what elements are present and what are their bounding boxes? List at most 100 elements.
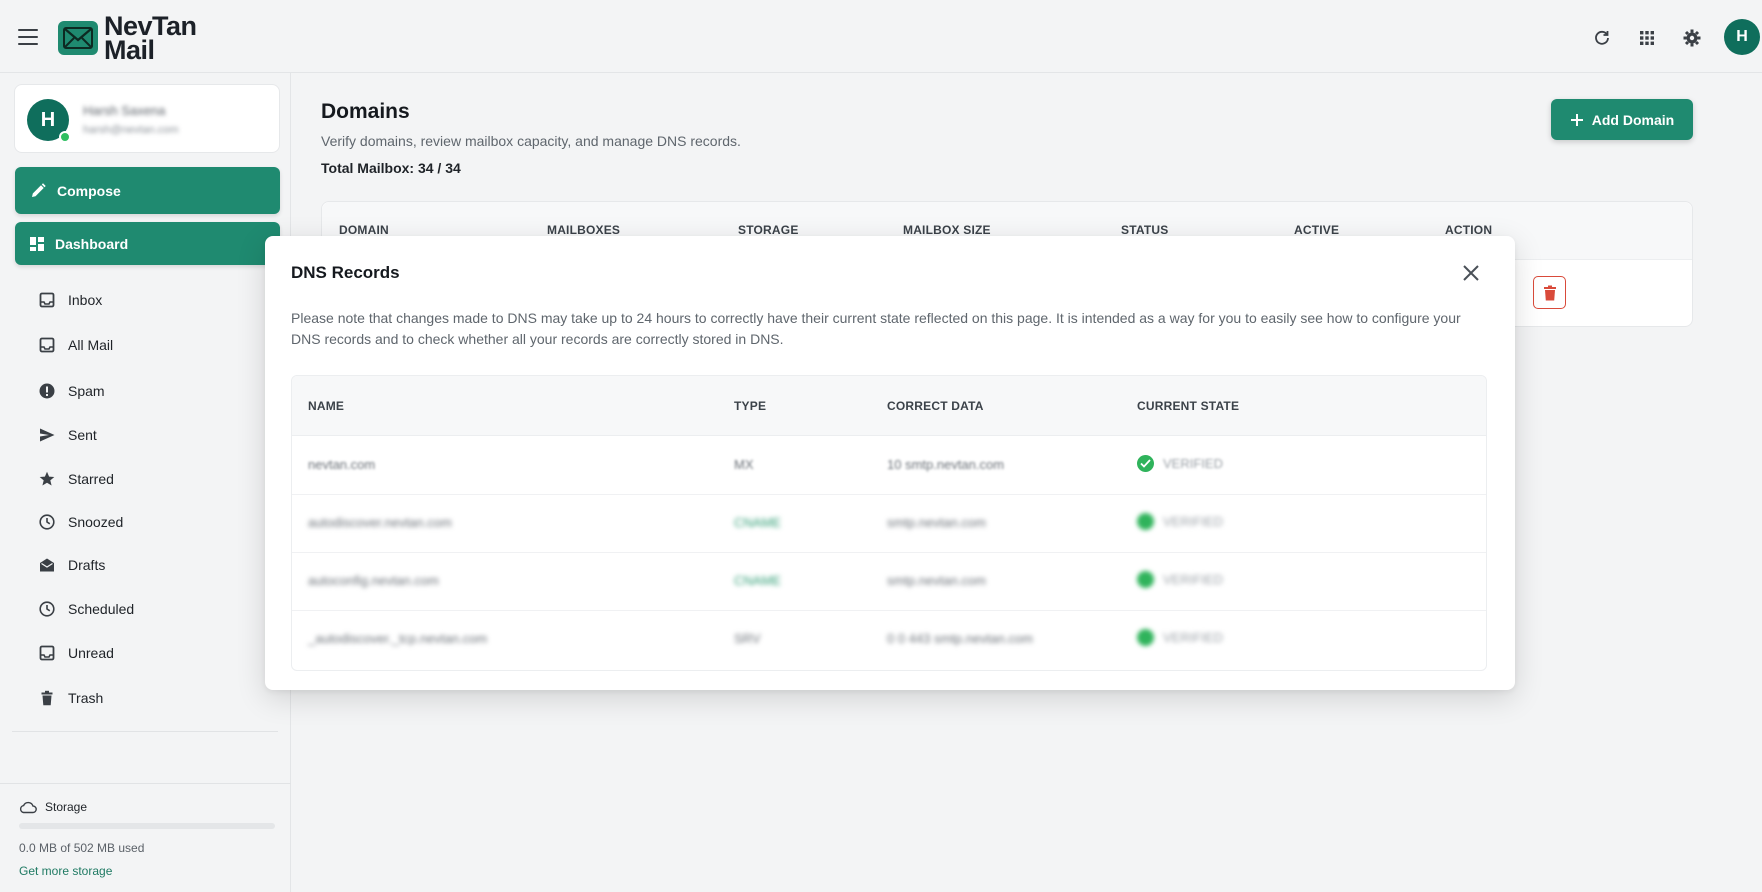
sidebar-item-label: Spam bbox=[68, 383, 105, 399]
dns-state: VERIFIED bbox=[1137, 629, 1223, 646]
dns-state-label: VERIFIED bbox=[1163, 514, 1223, 529]
dns-type: SRV bbox=[734, 631, 761, 646]
column-header: CORRECT DATA bbox=[887, 399, 984, 413]
dashboard-button[interactable]: Dashboard bbox=[15, 222, 280, 265]
hamburger-menu-icon[interactable] bbox=[16, 26, 40, 46]
storage-title: Storage bbox=[19, 800, 87, 814]
dns-state: VERIFIED bbox=[1137, 513, 1223, 530]
dns-state: VERIFIED bbox=[1137, 571, 1223, 588]
dashboard-label: Dashboard bbox=[55, 235, 129, 252]
cloud-icon bbox=[19, 801, 37, 814]
app-logo[interactable]: NevTan Mail bbox=[58, 13, 197, 65]
trash-icon bbox=[38, 689, 56, 707]
column-header: MAILBOX SIZE bbox=[903, 223, 991, 237]
logo-line-2: Mail bbox=[104, 35, 155, 65]
dns-name: autodiscover.nevtan.com bbox=[308, 515, 452, 530]
clock-icon bbox=[38, 513, 56, 531]
refresh-icon[interactable] bbox=[1592, 28, 1612, 48]
column-header: STORAGE bbox=[738, 223, 799, 237]
sidebar-item-label: Inbox bbox=[68, 292, 103, 308]
sidebar-item-spam[interactable]: Spam bbox=[38, 379, 105, 403]
sidebar-item-trash[interactable]: Trash bbox=[38, 686, 103, 710]
sidebar-divider bbox=[12, 731, 278, 732]
profile-email: harsh@nevtan.com bbox=[83, 124, 179, 136]
dns-state: VERIFIED bbox=[1137, 455, 1223, 472]
add-domain-button[interactable]: Add Domain bbox=[1551, 99, 1693, 140]
sidebar-item-label: Trash bbox=[68, 690, 104, 706]
column-header: TYPE bbox=[734, 399, 767, 413]
sidebar-item-label: Unread bbox=[68, 645, 114, 661]
compose-label: Compose bbox=[57, 182, 121, 199]
sidebar-item-drafts[interactable]: Drafts bbox=[38, 553, 105, 577]
dns-data: 10 smtp.nevtan.com bbox=[887, 457, 1005, 472]
logo-text: NevTan Mail bbox=[104, 13, 197, 65]
dns-state-label: VERIFIED bbox=[1163, 630, 1223, 645]
dns-name: _autodiscover._tcp.nevtan.com bbox=[308, 631, 488, 646]
check-circle-icon bbox=[1137, 629, 1154, 646]
unread-icon bbox=[38, 644, 56, 662]
dns-state-label: VERIFIED bbox=[1163, 572, 1223, 587]
sidebar-item-starred[interactable]: Starred bbox=[38, 467, 114, 491]
dns-type: CNAME bbox=[734, 573, 781, 588]
dns-records-table: NAME TYPE CORRECT DATA CURRENT STATE nev… bbox=[291, 375, 1487, 671]
dns-data: smtp.nevtan.com bbox=[887, 515, 986, 530]
trash-icon bbox=[1543, 285, 1556, 300]
inbox-icon bbox=[38, 291, 56, 309]
storage-title-label: Storage bbox=[45, 800, 88, 814]
sidebar-item-inbox[interactable]: Inbox bbox=[38, 288, 102, 312]
column-header: MAILBOXES bbox=[547, 223, 621, 237]
column-header: DOMAIN bbox=[339, 223, 389, 237]
dns-type: MX bbox=[734, 457, 754, 472]
drafts-icon bbox=[38, 556, 56, 574]
sidebar-item-unread[interactable]: Unread bbox=[38, 641, 114, 665]
sidebar-item-snoozed[interactable]: Snoozed bbox=[38, 510, 123, 534]
column-header: NAME bbox=[308, 399, 345, 413]
user-avatar[interactable]: H bbox=[1724, 19, 1760, 55]
top-bar: NevTan Mail H bbox=[0, 0, 1762, 73]
table-row: autodiscover.nevtan.com CNAME smtp.nevta… bbox=[292, 495, 1486, 553]
dns-records-modal: DNS Records Please note that changes mad… bbox=[265, 236, 1515, 690]
delete-domain-button[interactable] bbox=[1533, 276, 1566, 309]
sidebar-item-label: Starred bbox=[68, 471, 114, 487]
mail-logo-icon bbox=[58, 21, 98, 55]
total-mailbox: Total Mailbox: 34 / 34 bbox=[321, 160, 461, 176]
sidebar-item-label: Snoozed bbox=[68, 514, 124, 530]
check-circle-icon bbox=[1137, 455, 1154, 472]
dns-table-header: NAME TYPE CORRECT DATA CURRENT STATE bbox=[292, 376, 1486, 436]
sidebar-item-label: Drafts bbox=[68, 557, 106, 573]
clock-icon bbox=[38, 600, 56, 618]
dns-data: smtp.nevtan.com bbox=[887, 573, 986, 588]
dashboard-icon bbox=[30, 236, 44, 251]
sidebar-item-scheduled[interactable]: Scheduled bbox=[38, 597, 134, 621]
dns-name: nevtan.com bbox=[308, 457, 376, 472]
sidebar-item-sent[interactable]: Sent bbox=[38, 423, 97, 447]
pencil-icon bbox=[32, 182, 46, 197]
close-icon[interactable] bbox=[1460, 262, 1482, 284]
storage-used-text: 0.0 MB of 502 MB used bbox=[19, 841, 145, 855]
all-mail-icon bbox=[38, 336, 56, 354]
storage-separator bbox=[0, 783, 291, 784]
send-icon bbox=[38, 426, 56, 444]
online-status-dot bbox=[59, 131, 71, 143]
get-more-storage-link[interactable]: Get more storage bbox=[19, 864, 112, 878]
dns-type: CNAME bbox=[734, 515, 781, 530]
page-title: Domains bbox=[321, 100, 410, 123]
plus-icon bbox=[1570, 113, 1583, 126]
dns-name: autoconfig.nevtan.com bbox=[308, 573, 439, 588]
table-row: autoconfig.nevtan.com CNAME smtp.nevtan.… bbox=[292, 553, 1486, 611]
check-circle-icon bbox=[1137, 571, 1154, 588]
apps-grid-icon[interactable] bbox=[1637, 28, 1657, 48]
settings-gear-icon[interactable] bbox=[1682, 28, 1702, 48]
column-header: ACTION bbox=[1445, 223, 1493, 237]
profile-card[interactable]: H Harsh Saxena harsh@nevtan.com bbox=[14, 84, 280, 153]
check-circle-icon bbox=[1137, 513, 1154, 530]
sidebar-item-label: Sent bbox=[68, 427, 97, 443]
page-subtitle: Verify domains, review mailbox capacity,… bbox=[321, 133, 741, 149]
sidebar-item-all-mail[interactable]: All Mail bbox=[38, 333, 113, 357]
column-header: CURRENT STATE bbox=[1137, 399, 1240, 413]
sidebar-item-label: Scheduled bbox=[68, 601, 135, 617]
dns-data: 0 0 443 smtp.nevtan.com bbox=[887, 631, 1033, 646]
add-domain-label: Add Domain bbox=[1591, 111, 1675, 128]
dns-state-label: VERIFIED bbox=[1163, 456, 1223, 471]
compose-button[interactable]: Compose bbox=[15, 167, 280, 214]
